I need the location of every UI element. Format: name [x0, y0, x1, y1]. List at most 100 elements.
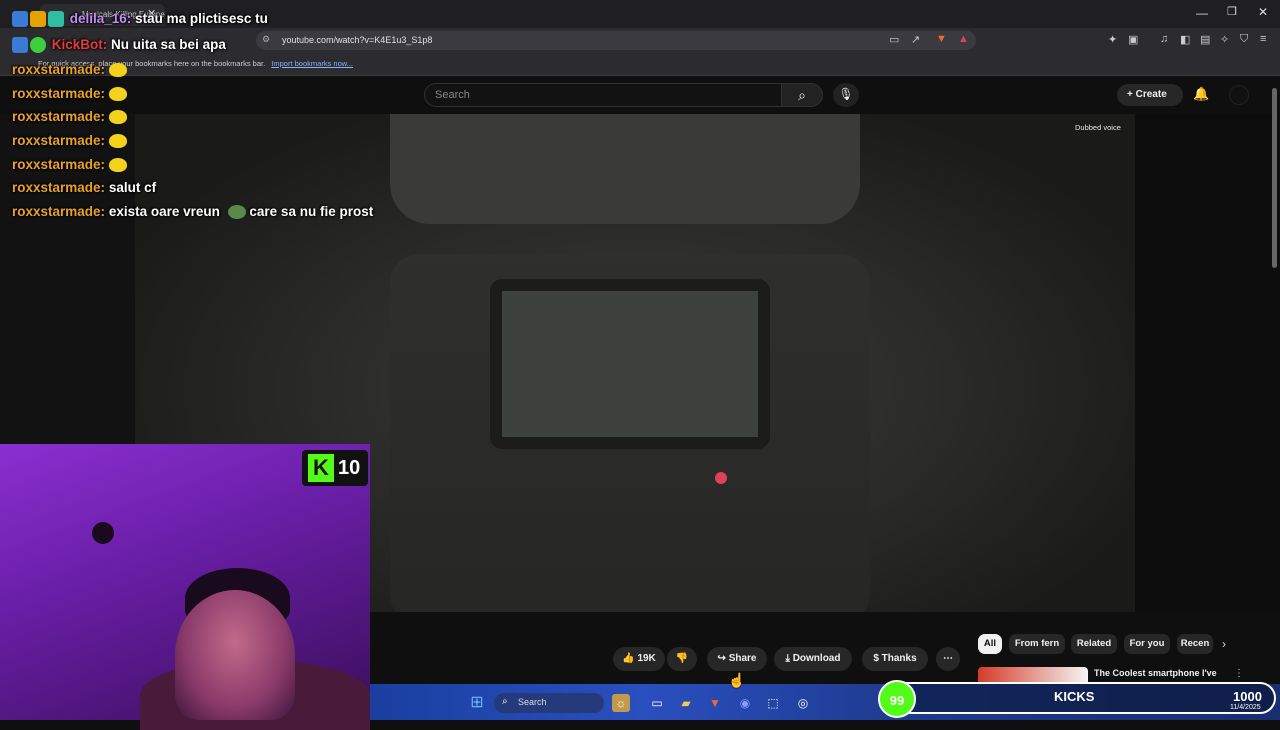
- chat-username: roxxstarmade:: [12, 133, 106, 148]
- download-label: Download: [792, 653, 841, 664]
- dubbed-voice-label: Dubbed voice: [1075, 123, 1121, 132]
- kicks-total: 1000: [1233, 689, 1262, 704]
- discord-icon[interactable]: ◉: [736, 694, 754, 712]
- chat-username: roxxstarmade:: [12, 204, 106, 219]
- chat-text: salut cf: [108, 180, 157, 195]
- taskbar-search-icon: ⌕: [502, 696, 508, 707]
- rewards-icon[interactable]: ▲: [958, 33, 969, 45]
- red-led: [715, 472, 727, 484]
- search-icon[interactable]: ⌕: [781, 83, 823, 107]
- emote-icon: [109, 110, 128, 125]
- obs-icon[interactable]: ◎: [794, 694, 812, 712]
- task-view-icon[interactable]: ▭: [648, 694, 666, 712]
- pepe-emote-icon: [227, 205, 246, 220]
- menu-icon[interactable]: ≡: [1260, 33, 1266, 45]
- chip-recent[interactable]: Recen: [1177, 634, 1213, 654]
- microphone-icon[interactable]: 🎙: [833, 83, 859, 107]
- address-bar[interactable]: youtube.com/watch?v=K4E1u3_S1p8: [256, 31, 976, 50]
- start-menu-icon[interactable]: ⊞: [468, 694, 486, 712]
- thanks-button[interactable]: $ Thanks: [862, 647, 928, 671]
- chat-text: Nu uita sa bei apa: [111, 37, 226, 52]
- chevron-right-icon[interactable]: ›: [1222, 637, 1226, 651]
- wall-object: [92, 522, 114, 544]
- import-bookmarks-link[interactable]: Import bookmarks now...: [271, 59, 353, 68]
- chip-related[interactable]: Related: [1071, 634, 1117, 654]
- recorder-top: [390, 114, 860, 224]
- chat-username: roxxstarmade:: [12, 180, 106, 195]
- page-scrollbar[interactable]: [1272, 88, 1277, 268]
- chat-username: KickBot:: [51, 37, 108, 52]
- download-button[interactable]: ⤓ Download: [774, 647, 852, 671]
- recommended-title[interactable]: The Coolest smartphone I've ever held - …: [1094, 668, 1224, 680]
- chat-message: roxxstarmade:: [12, 62, 128, 78]
- widgets-icon[interactable]: ☼: [612, 694, 630, 712]
- vpn-icon[interactable]: ⛉: [1240, 33, 1248, 46]
- crown-badge-icon: [30, 11, 46, 28]
- leo-ai-icon[interactable]: ✧: [1220, 33, 1229, 46]
- app-icon[interactable]: ⬚: [764, 694, 782, 712]
- sidebar-icon[interactable]: ◧: [1180, 33, 1190, 46]
- notifications-bell-icon[interactable]: 🔔: [1193, 86, 1209, 102]
- wallet-icon[interactable]: ▣: [1128, 33, 1138, 46]
- file-explorer-icon[interactable]: ▰: [677, 694, 695, 712]
- mouse-cursor-icon: ☝: [728, 672, 746, 688]
- emote-icon: [109, 87, 128, 102]
- chip-all[interactable]: All: [978, 634, 1002, 654]
- thanks-label: Thanks: [881, 653, 917, 664]
- streamer-face: [175, 590, 295, 720]
- search-input[interactable]: Search: [424, 83, 782, 107]
- emote-icon: [109, 134, 128, 149]
- chat-text: exista oare vreun: [108, 204, 220, 219]
- chat-message: delila_16: stau ma plictisesc tu: [12, 11, 268, 28]
- site-settings-icon[interactable]: ⚙: [262, 34, 270, 45]
- brave-shield-icon[interactable]: ▼: [936, 33, 947, 45]
- sub-badge-icon: [48, 11, 64, 28]
- recommended-menu-icon[interactable]: ⋮: [1234, 668, 1244, 679]
- emote-icon: [109, 63, 128, 78]
- chip-for-you[interactable]: For you: [1124, 634, 1170, 654]
- dislike-button[interactable]: 👎: [667, 647, 697, 671]
- chat-message: roxxstarmade:: [12, 133, 128, 149]
- media-icon[interactable]: ♫: [1160, 33, 1168, 45]
- window-close-icon[interactable]: ✕: [1258, 5, 1268, 19]
- chat-message: roxxstarmade:: [12, 109, 128, 125]
- video-letterbox-right: [1135, 114, 1280, 612]
- badge-icon: [12, 37, 28, 54]
- wallet-button-icon[interactable]: ▤: [1200, 33, 1210, 46]
- chat-username: roxxstarmade:: [12, 157, 106, 172]
- minimize-icon[interactable]: —: [1196, 6, 1208, 20]
- share-page-icon[interactable]: ↗: [911, 33, 920, 46]
- taskbar-search-label: Search: [518, 697, 547, 707]
- badge-icon: [12, 11, 28, 28]
- chat-message: roxxstarmade:: [12, 157, 128, 173]
- extensions-icon[interactable]: ✦: [1108, 33, 1117, 46]
- taskbar-search[interactable]: Search: [494, 693, 604, 713]
- taskbar-date: 11/4/2025: [1230, 704, 1261, 711]
- recorder-screen: [490, 279, 770, 449]
- share-label: Share: [728, 653, 757, 664]
- share-button[interactable]: ↪ Share: [707, 647, 767, 671]
- create-label: Create: [1135, 89, 1167, 100]
- chat-text: care sa nu fie prost: [249, 204, 374, 219]
- chat-username: roxxstarmade:: [12, 86, 106, 101]
- kick-logo-icon: K: [308, 454, 334, 482]
- chat-username: delila_16:: [69, 11, 132, 26]
- maximize-icon[interactable]: ❐: [1227, 5, 1237, 18]
- like-count: 19K: [637, 653, 656, 664]
- emote-icon: [109, 158, 128, 173]
- chat-message: roxxstarmade: salut cf: [12, 180, 156, 195]
- chat-message: roxxstarmade:: [12, 86, 128, 102]
- verified-badge-icon: [30, 37, 46, 54]
- chip-from-fern[interactable]: From fern: [1009, 634, 1065, 654]
- brave-browser-icon[interactable]: ▼: [706, 694, 724, 712]
- cast-icon[interactable]: ▭: [889, 33, 899, 46]
- create-button[interactable]: + Create: [1117, 84, 1183, 106]
- more-actions-icon[interactable]: ⋯: [936, 647, 960, 671]
- like-button[interactable]: 👍 19K: [613, 647, 665, 671]
- avatar[interactable]: [1229, 85, 1249, 105]
- kicks-label: KICKS: [1054, 689, 1095, 704]
- chat-message: KickBot: Nu uita sa bei apa: [12, 37, 226, 54]
- kicks-current: 99: [878, 680, 916, 718]
- chat-username: roxxstarmade:: [12, 109, 106, 124]
- chat-username: roxxstarmade:: [12, 62, 106, 77]
